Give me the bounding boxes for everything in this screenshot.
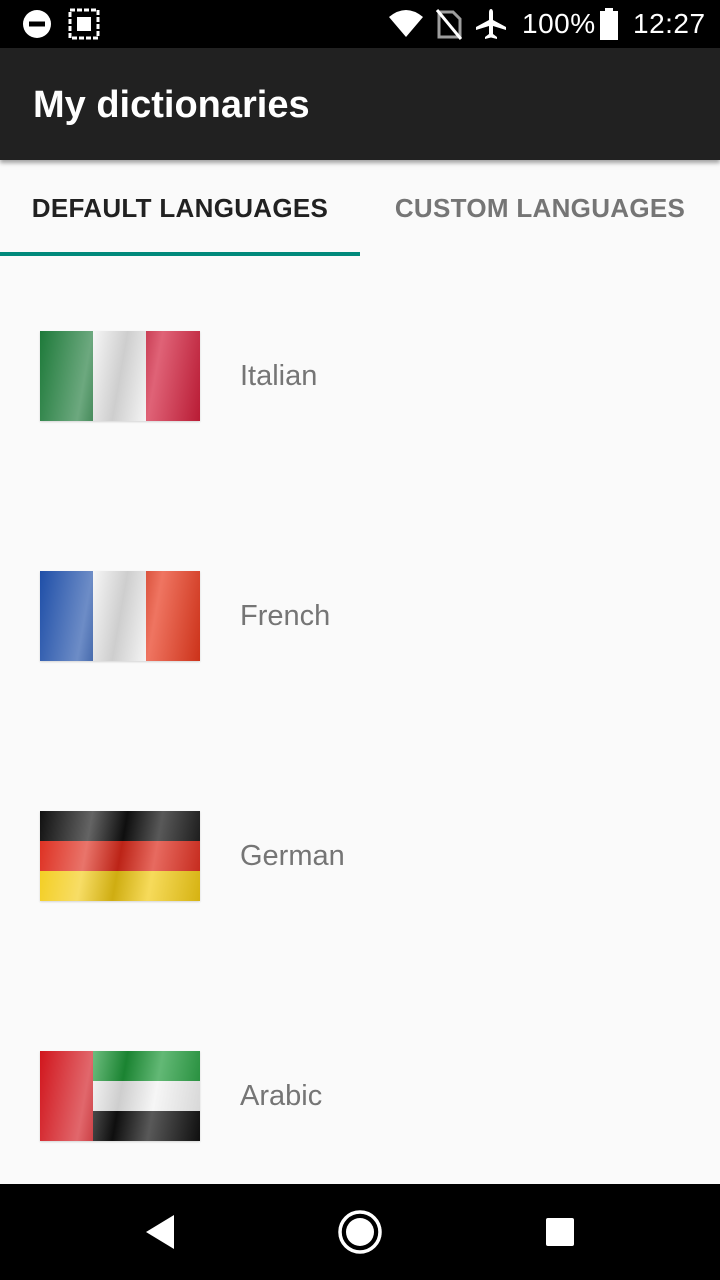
language-label: Arabic	[240, 1080, 323, 1112]
list-item-italian[interactable]: Italian	[0, 256, 720, 496]
airplane-icon	[474, 0, 508, 48]
page-title: My dictionaries	[33, 84, 310, 126]
list-item-arabic[interactable]: Arabic	[0, 976, 720, 1216]
germany-flag-icon	[40, 811, 200, 901]
tab-default-languages[interactable]: DEFAULT LANGUAGES	[0, 160, 360, 256]
italy-flag-icon	[40, 331, 200, 421]
language-label: German	[240, 840, 345, 872]
france-flag-icon	[40, 571, 200, 661]
no-sim-icon	[436, 0, 462, 48]
recents-icon[interactable]	[512, 1184, 608, 1280]
tab-custom-languages[interactable]: CUSTOM LANGUAGES	[360, 160, 720, 256]
uae-flag-icon	[40, 1051, 200, 1141]
language-label: Italian	[240, 360, 318, 392]
battery-icon	[598, 0, 620, 48]
clock: 12:27	[633, 8, 706, 39]
tab-bar: DEFAULT LANGUAGES CUSTOM LANGUAGES	[0, 160, 720, 256]
language-label: French	[240, 600, 331, 632]
list-item-german[interactable]: German	[0, 736, 720, 976]
list-item-french[interactable]: French	[0, 496, 720, 736]
app-notification-icon	[68, 0, 100, 48]
back-icon[interactable]	[112, 1184, 208, 1280]
wifi-icon	[388, 0, 424, 48]
dnd-icon	[22, 0, 52, 48]
home-icon[interactable]	[312, 1184, 408, 1280]
navigation-bar	[0, 1184, 720, 1280]
battery-percent: 100%	[522, 8, 596, 39]
app-bar: My dictionaries	[0, 48, 720, 160]
status-bar: 100% 12:27	[0, 0, 720, 48]
